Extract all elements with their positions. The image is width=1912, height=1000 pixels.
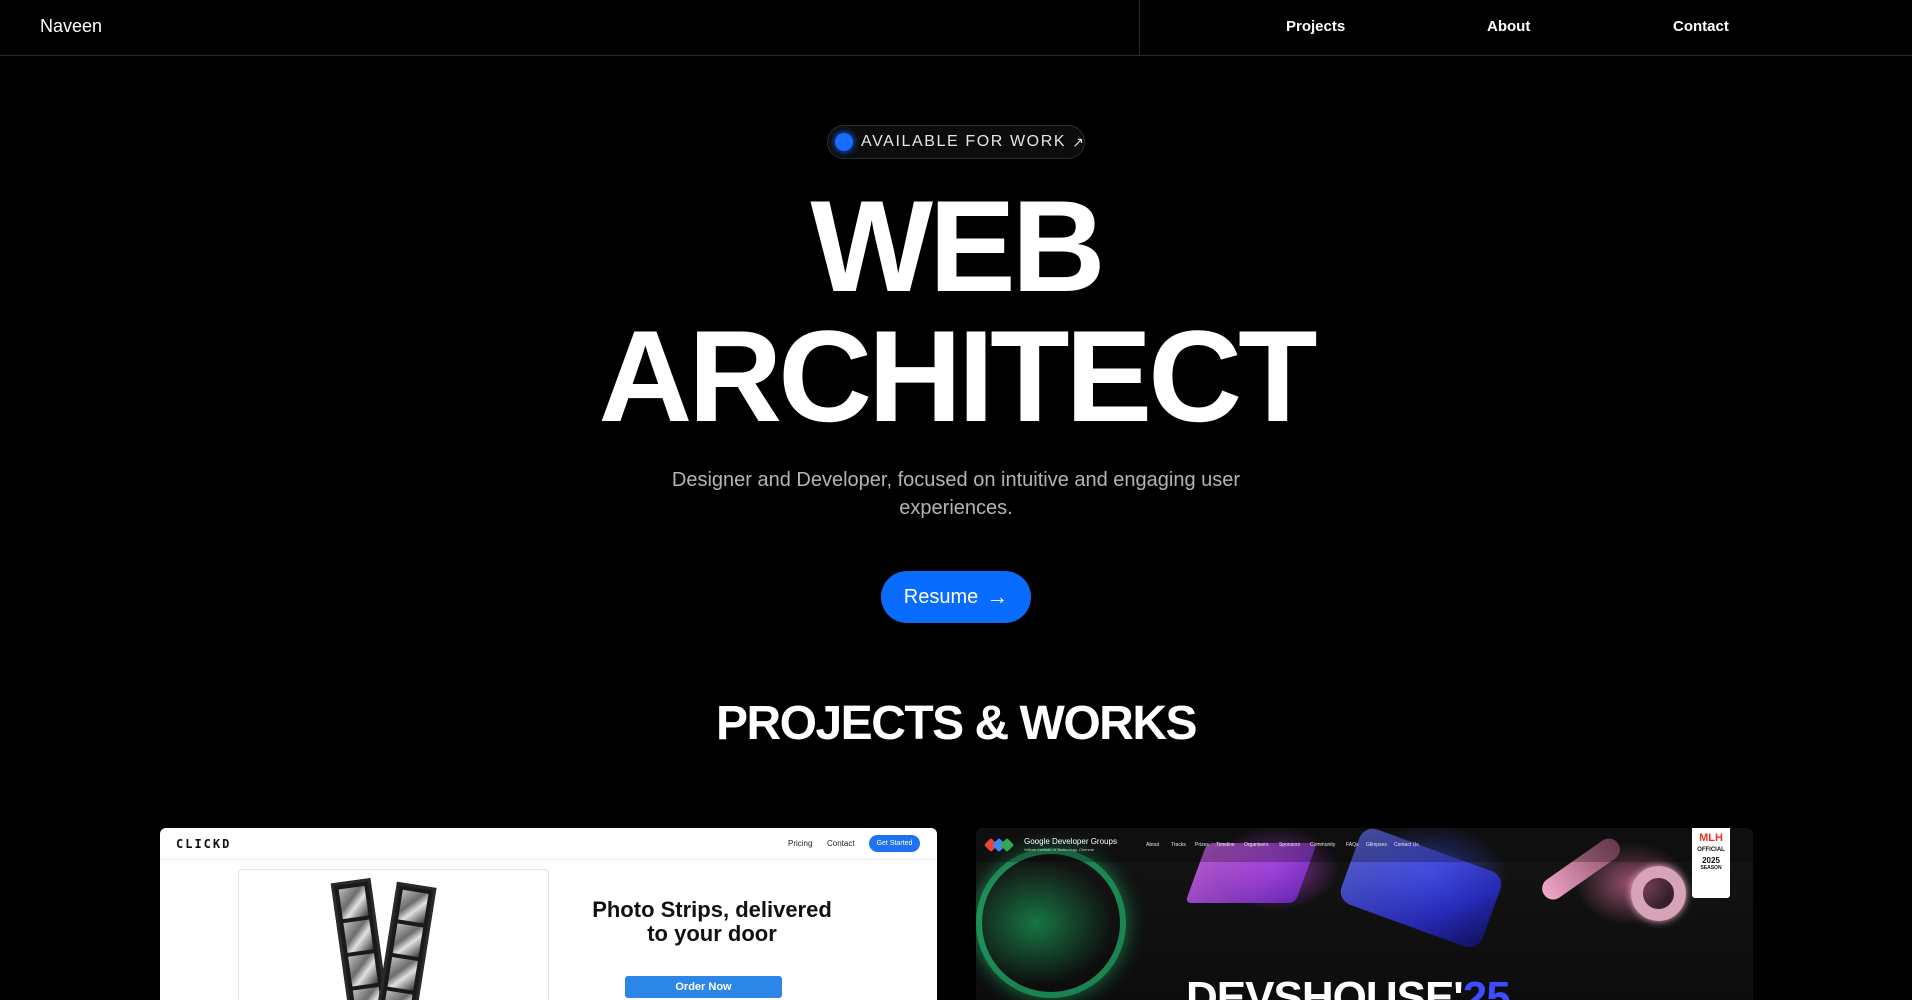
hero-title-line-1: WEB: [810, 173, 1105, 319]
clickd-logo: CLICKD: [176, 837, 232, 851]
clickd-get-started-button: Get Started: [869, 835, 920, 852]
clickd-pricing-link: Pricing: [788, 839, 813, 848]
nav-link-about[interactable]: About: [1487, 18, 1530, 35]
devshouse-title-year: 25: [1462, 973, 1511, 1000]
pink-ring-art: [1631, 866, 1686, 921]
devshouse-nav-link: FAQs: [1346, 842, 1359, 848]
gdg-logo-icon: [983, 837, 1015, 853]
project-card-clickd[interactable]: CLICKD Pricing Contact Get Started Photo…: [160, 828, 937, 1000]
projects-section-title: PROJECTS & WORKS: [715, 697, 1198, 750]
mlh-year: 2025: [1702, 856, 1720, 865]
devshouse-nav-link: Prizes: [1195, 842, 1209, 848]
arrow-up-right-icon: ↗: [1072, 133, 1084, 150]
devshouse-nav-link: Tracks: [1171, 842, 1186, 848]
devshouse-preview-nav: Google Developer Groups Vellore Institut…: [976, 828, 1753, 862]
devshouse-nav-link: Glimpses: [1366, 842, 1387, 848]
devshouse-org-subtitle: Vellore Institute of Technology, Chennai: [1024, 847, 1094, 852]
hero-subtitle: Designer and Developer, focused on intui…: [671, 469, 1241, 519]
devshouse-nav-link: About: [1146, 842, 1160, 848]
mlh-logo: MLH: [1699, 832, 1723, 844]
status-dot-icon: [835, 133, 853, 151]
devshouse-title: DEVSHOUSE'25: [1186, 973, 1511, 1000]
mlh-official-label: OFFICIAL: [1697, 847, 1725, 853]
hero-title-line-2: ARCHITECT: [598, 303, 1317, 449]
availability-text: AVAILABLE FOR WORK: [861, 133, 1067, 150]
project-card-devshouse[interactable]: Google Developer Groups Vellore Institut…: [976, 828, 1753, 1000]
devshouse-nav-link: Organisers: [1244, 842, 1269, 848]
clickd-order-button: Order Now: [625, 976, 782, 998]
clickd-contact-link: Contact: [827, 839, 855, 848]
photo-strip-image: [373, 881, 437, 1000]
top-nav: Naveen Projects About Contact: [0, 0, 1912, 56]
devshouse-title-main: DEVSHOUSE': [1186, 973, 1464, 1000]
arrow-right-icon: →: [986, 584, 1009, 609]
nav-link-projects[interactable]: Projects: [1286, 18, 1345, 35]
devshouse-org-name: Google Developer Groups: [1024, 837, 1117, 846]
nav-divider: [1139, 0, 1140, 56]
clickd-headline: Photo Strips, delivered to your door: [592, 897, 832, 946]
devshouse-nav-link: Contact Us: [1394, 842, 1419, 848]
portfolio-page: Naveen Projects About Contact AVAILABLE …: [0, 0, 1912, 1000]
mlh-season: SEASON: [1700, 865, 1722, 871]
resume-label: Resume: [903, 585, 979, 608]
clickd-preview-nav: CLICKD Pricing Contact Get Started: [160, 828, 937, 860]
devshouse-nav-link: Timeline: [1216, 842, 1235, 848]
mlh-official-badge: MLH OFFICIAL 2025 SEASON: [1692, 828, 1730, 898]
devshouse-nav-link: Sponsors: [1279, 842, 1301, 848]
brand-logo[interactable]: Naveen: [40, 16, 102, 37]
availability-badge[interactable]: AVAILABLE FOR WORK ↗: [827, 125, 1085, 159]
resume-button[interactable]: Resume →: [881, 571, 1031, 623]
nav-link-contact[interactable]: Contact: [1673, 18, 1729, 35]
clickd-photo-frame: [238, 869, 549, 1000]
green-ring-art: [976, 848, 1126, 998]
devshouse-nav-link: Community: [1310, 842, 1336, 848]
